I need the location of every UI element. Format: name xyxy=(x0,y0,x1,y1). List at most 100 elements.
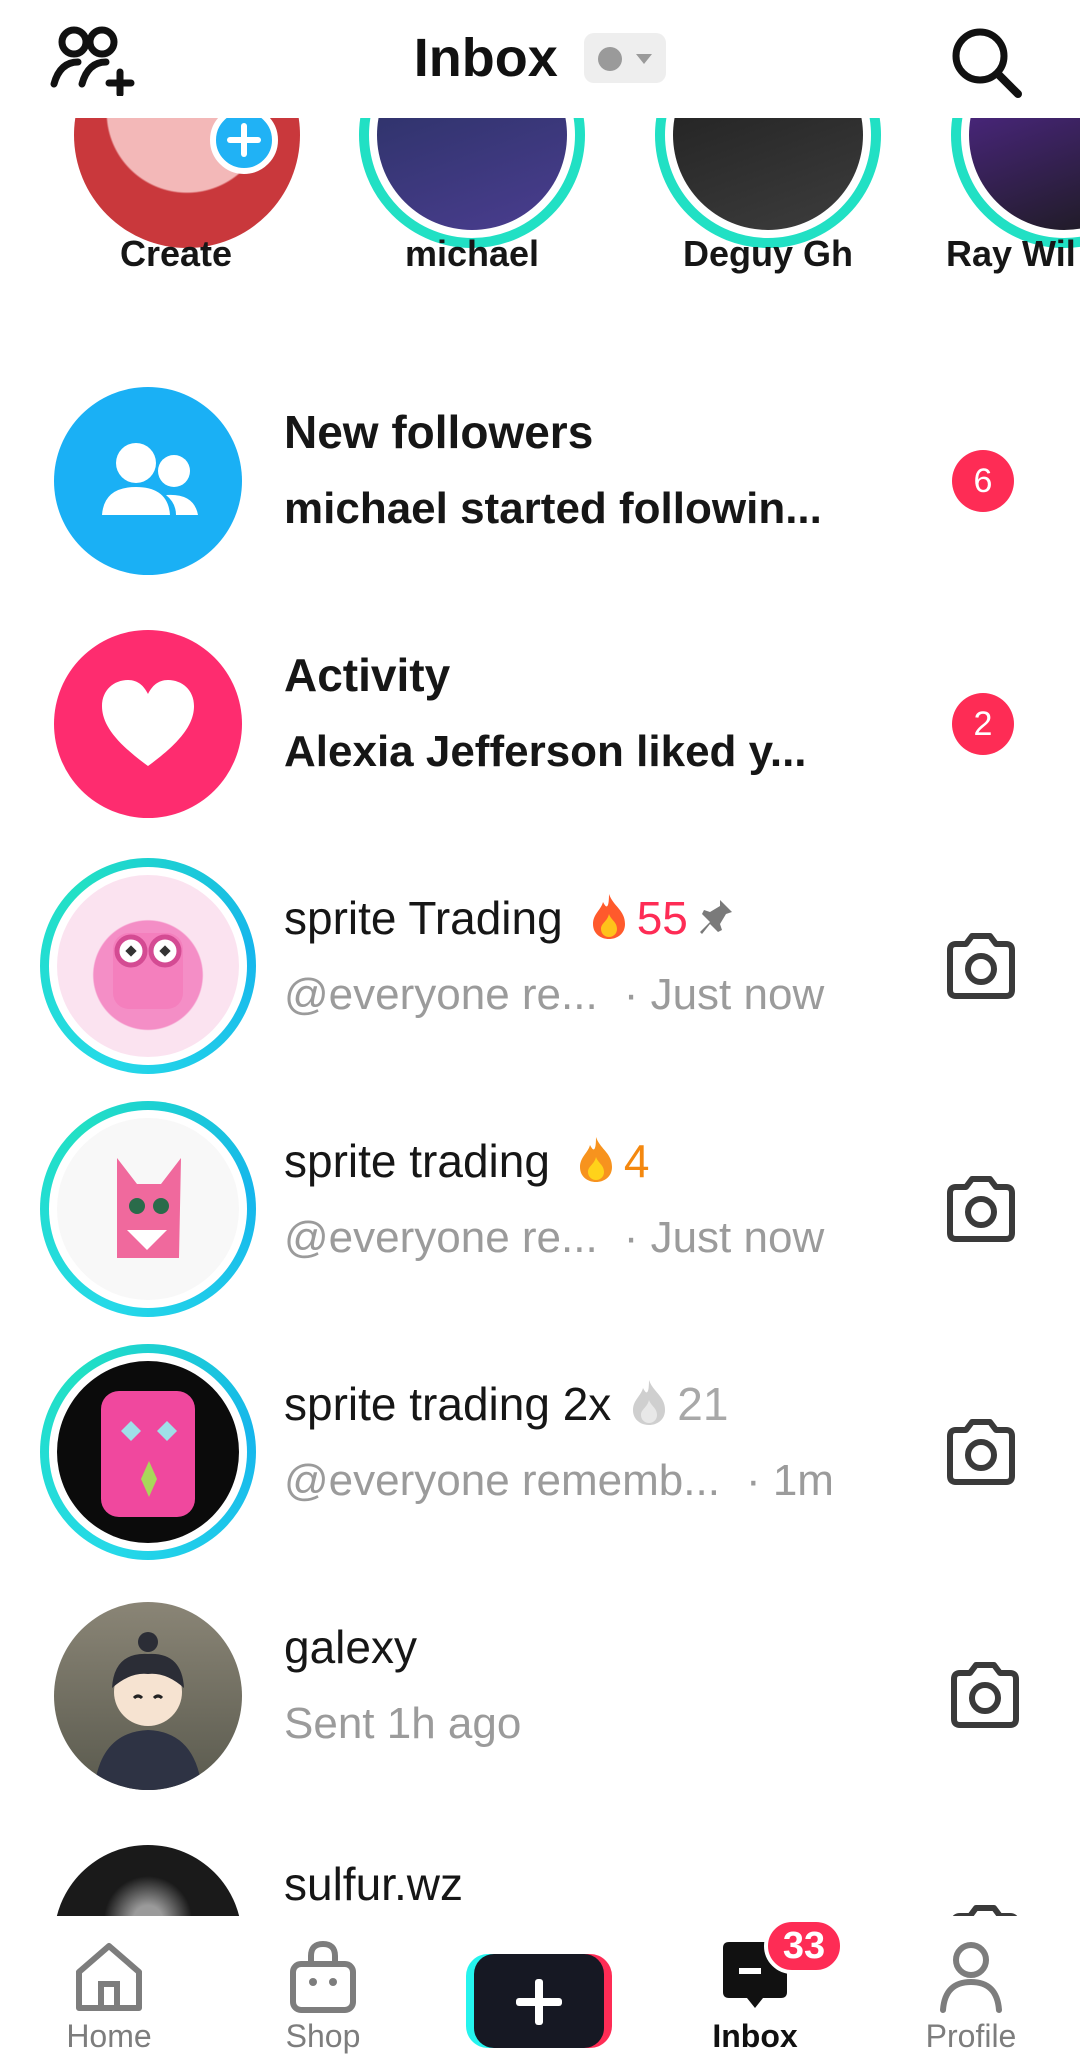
nav-label: Inbox xyxy=(712,2018,798,2054)
row-title: galexy xyxy=(284,1619,417,1675)
camera-button[interactable] xyxy=(944,1900,1026,1916)
story-label: Create xyxy=(119,233,233,274)
inbox-header: Inbox xyxy=(0,0,1080,118)
unread-badge: 2 xyxy=(952,693,1014,755)
shop-bag-icon xyxy=(290,1940,356,2013)
activity-row[interactable]: Activity Alexia Jefferson liked y... 2 xyxy=(0,603,1080,846)
add-story-button[interactable] xyxy=(210,118,278,174)
chat-avatar xyxy=(54,1845,242,1916)
story-avatar xyxy=(951,118,1080,248)
activity-avatar xyxy=(54,630,242,818)
fire-icon xyxy=(592,894,625,939)
camera-button[interactable] xyxy=(940,1414,1022,1490)
sprite-avatar-image xyxy=(113,933,183,1009)
nav-home[interactable]: Home xyxy=(34,1916,184,2064)
message-time: · Just now xyxy=(623,970,825,1019)
nav-profile[interactable]: Profile xyxy=(896,1916,1046,2064)
story-michael[interactable]: michael xyxy=(342,118,602,298)
story-label: michael xyxy=(404,233,540,274)
followers-icon xyxy=(102,443,198,515)
chat-row[interactable]: galexy Sent 1h ago xyxy=(0,1575,1080,1818)
message-preview: @everyone re... xyxy=(284,1213,598,1262)
camera-icon xyxy=(947,1419,1015,1485)
row-title: New followers xyxy=(284,406,594,458)
story-label: Deguy Gh xyxy=(682,233,853,274)
unread-badge: 6 xyxy=(952,450,1014,512)
camera-icon xyxy=(952,1905,1018,1916)
camera-icon xyxy=(947,933,1015,999)
search-icon xyxy=(952,28,1022,98)
chat-row[interactable]: sprite Trading 55 @everyone re... · Just n… xyxy=(0,846,1080,1089)
page-title: Inbox xyxy=(413,28,558,88)
row-title: sprite Trading 55 xyxy=(284,890,734,950)
inbox-list: New followers michael started followin..… xyxy=(0,360,1080,1916)
stories-row: Create michael Deguy Gh Ray Wil xyxy=(0,118,1080,298)
bottom-nav: Home Shop Inbox 33 Profile xyxy=(0,1916,1080,2064)
row-subtitle: Sent 1h ago xyxy=(284,1697,521,1751)
streak: 21 xyxy=(629,1376,728,1432)
search-button[interactable] xyxy=(946,22,1026,102)
chat-row[interactable]: sprite trading 2x 21 @everyone rememb... ·… xyxy=(0,1332,1080,1575)
chat-avatar xyxy=(54,1602,242,1790)
message-preview: @everyone re... xyxy=(284,970,598,1019)
story-deguy[interactable]: Deguy Gh xyxy=(638,118,898,298)
nav-shop[interactable]: Shop xyxy=(248,1916,398,2064)
chat-row[interactable]: sprite trading 4 @everyone re... · Just no… xyxy=(0,1089,1080,1332)
camera-icon xyxy=(951,1662,1019,1728)
story-label: Ray Wil xyxy=(946,233,1076,274)
camera-button[interactable] xyxy=(940,928,1022,1004)
status-dropdown[interactable] xyxy=(584,33,667,83)
inbox-screen: Inbox Create michael Deguy Gh Ray Wil Ne… xyxy=(0,0,1080,2064)
message-time: · 1m xyxy=(745,1456,834,1505)
nav-label: Home xyxy=(66,2018,152,2054)
inbox-count-badge: 33 xyxy=(764,1918,844,1974)
profile-icon xyxy=(940,1942,1002,2013)
create-button[interactable] xyxy=(466,1954,612,2048)
sprite-avatar-image xyxy=(101,1391,195,1517)
message-time: · Just now xyxy=(623,1213,825,1262)
row-title: sprite trading 4 xyxy=(284,1133,650,1189)
row-subtitle: @everyone re... · Just now xyxy=(284,1211,824,1265)
streak-count: 4 xyxy=(623,1135,650,1187)
story-avatar xyxy=(359,118,585,248)
heart-icon xyxy=(102,680,194,766)
streak: 4 xyxy=(576,1133,650,1189)
nav-label: Shop xyxy=(285,2018,361,2054)
chat-avatar xyxy=(40,1344,256,1560)
camera-button[interactable] xyxy=(940,1171,1022,1247)
galexy-avatar-image xyxy=(94,1632,202,1790)
home-icon xyxy=(76,1943,142,2011)
story-create[interactable]: Create xyxy=(46,118,306,298)
title-group: Inbox xyxy=(0,26,1080,90)
new-followers-row[interactable]: New followers michael started followin..… xyxy=(0,360,1080,603)
message-preview: @everyone rememb... xyxy=(284,1456,720,1505)
chat-row[interactable]: sulfur.wz xyxy=(0,1818,1080,1916)
chat-name: galexy xyxy=(284,1621,417,1673)
caret-down-icon xyxy=(636,54,653,64)
message-preview: Sent 1h ago xyxy=(284,1699,522,1748)
sprite-avatar-image xyxy=(117,1158,181,1258)
pin-icon xyxy=(698,894,734,950)
streak-count: 55 xyxy=(636,892,688,944)
chat-avatar xyxy=(40,1101,256,1317)
streak: 55 xyxy=(589,890,688,946)
row-subtitle: michael started followin... xyxy=(284,484,822,533)
row-subtitle: Alexia Jefferson liked y... xyxy=(284,727,807,776)
chat-name: sprite trading xyxy=(284,1135,550,1187)
chat-name: sprite trading 2x xyxy=(284,1378,612,1430)
row-title: sulfur.wz xyxy=(284,1856,463,1912)
followers-avatar xyxy=(54,387,242,575)
chat-avatar xyxy=(40,858,256,1074)
fire-icon xyxy=(579,1137,612,1182)
story-ray[interactable]: Ray Wil xyxy=(934,118,1080,298)
chat-name: sulfur.wz xyxy=(284,1858,463,1910)
camera-icon xyxy=(947,1176,1015,1242)
camera-button[interactable] xyxy=(944,1657,1026,1733)
plus-icon xyxy=(227,123,261,157)
nav-label: Profile xyxy=(925,2018,1017,2054)
fire-icon xyxy=(633,1380,666,1425)
streak-count: 21 xyxy=(677,1378,729,1430)
status-dot-icon xyxy=(598,47,623,71)
row-subtitle: @everyone rememb... · 1m xyxy=(284,1454,834,1508)
row-title: Activity xyxy=(284,649,451,701)
